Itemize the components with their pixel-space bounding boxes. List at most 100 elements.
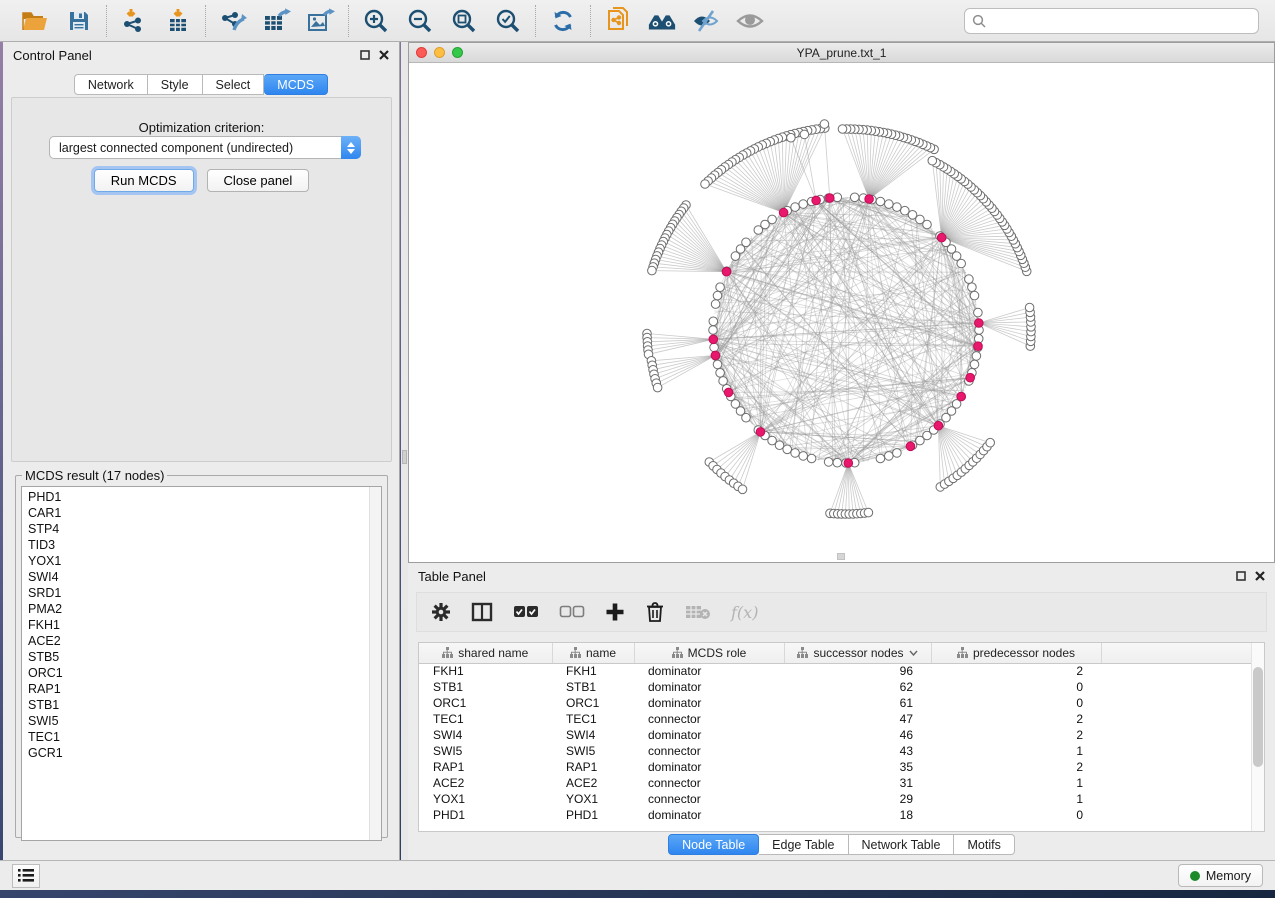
network-node[interactable] xyxy=(876,197,885,206)
mcds-result-item[interactable]: SWI5 xyxy=(28,713,369,729)
table-cell[interactable]: 35 xyxy=(784,759,931,775)
close-icon[interactable] xyxy=(1255,571,1265,581)
table-cell[interactable]: connector xyxy=(634,775,784,791)
network-edge[interactable] xyxy=(763,226,954,408)
network-edge[interactable] xyxy=(717,432,761,470)
network-node[interactable] xyxy=(972,352,981,361)
zoom-out-icon[interactable] xyxy=(405,6,435,36)
network-node[interactable] xyxy=(799,200,808,209)
network-leaf-node[interactable] xyxy=(838,125,847,134)
network-edge[interactable] xyxy=(938,426,976,459)
network-leaf-node[interactable] xyxy=(701,180,710,189)
network-node[interactable] xyxy=(711,300,720,309)
table-scrollbar[interactable] xyxy=(1251,643,1264,831)
network-leaf-node[interactable] xyxy=(820,120,829,129)
mcds-result-item[interactable]: ACE2 xyxy=(28,633,369,649)
table-cell[interactable]: FKH1 xyxy=(419,663,552,679)
mcds-result-item[interactable]: YOX1 xyxy=(28,553,369,569)
clone-network-icon[interactable] xyxy=(603,6,633,36)
network-node[interactable] xyxy=(968,283,977,292)
table-row[interactable]: SWI4SWI4dominator462 xyxy=(419,727,1265,743)
network-leaf-node[interactable] xyxy=(800,130,809,139)
table-row[interactable]: STB1STB1dominator620 xyxy=(419,679,1265,695)
network-node[interactable] xyxy=(713,360,722,369)
network-edge[interactable] xyxy=(729,432,760,480)
table-cell[interactable]: 43 xyxy=(784,743,931,759)
table-cell[interactable]: 46 xyxy=(784,727,931,743)
table-cell[interactable]: 31 xyxy=(784,775,931,791)
table-scrollbar-thumb[interactable] xyxy=(1253,667,1263,767)
table-cell[interactable]: STB1 xyxy=(552,679,634,695)
hide-selected-icon[interactable] xyxy=(691,6,721,36)
mcds-result-item[interactable]: STB5 xyxy=(28,649,369,665)
settings-gear-icon[interactable] xyxy=(431,602,451,622)
table-cell[interactable]: 0 xyxy=(931,695,1101,711)
network-leaf-node[interactable] xyxy=(738,485,747,494)
criterion-dropdown[interactable]: largest connected component (undirected) xyxy=(49,136,361,159)
network-node[interactable] xyxy=(807,454,816,463)
table-cell[interactable]: 47 xyxy=(784,711,931,727)
table-cell[interactable]: YOX1 xyxy=(552,791,634,807)
export-image-icon[interactable] xyxy=(306,6,336,36)
network-node[interactable] xyxy=(970,360,979,369)
network-canvas[interactable] xyxy=(409,63,1274,562)
network-leaf-node[interactable] xyxy=(986,438,995,447)
network-edge[interactable] xyxy=(855,129,869,199)
search-network-icon[interactable] xyxy=(647,6,677,36)
network-edge[interactable] xyxy=(725,432,760,477)
network-node[interactable] xyxy=(799,452,808,461)
network-mcds-node[interactable] xyxy=(722,267,731,276)
network-mcds-node[interactable] xyxy=(826,194,835,203)
table-row[interactable]: ACE2ACE2connector311 xyxy=(419,775,1265,791)
network-edge[interactable] xyxy=(782,238,942,447)
network-node[interactable] xyxy=(716,283,725,292)
network-edge[interactable] xyxy=(761,206,798,432)
network-node[interactable] xyxy=(893,203,902,212)
network-edge[interactable] xyxy=(677,218,727,272)
canvas-scroll-handle[interactable] xyxy=(837,553,845,560)
memory-button[interactable]: Memory xyxy=(1178,864,1263,887)
search-input[interactable] xyxy=(991,14,1251,28)
network-mcds-node[interactable] xyxy=(974,342,983,351)
import-network-icon[interactable] xyxy=(119,6,149,36)
add-column-icon[interactable] xyxy=(605,602,625,622)
table-row[interactable]: ORC1ORC1dominator610 xyxy=(419,695,1265,711)
network-node[interactable] xyxy=(709,326,718,335)
list-scrollbar[interactable] xyxy=(369,487,381,840)
table-cell[interactable]: 1 xyxy=(931,775,1101,791)
export-table-icon[interactable] xyxy=(262,6,292,36)
deselect-all-checks-icon[interactable] xyxy=(559,605,585,619)
network-edge[interactable] xyxy=(979,323,1031,341)
network-node[interactable] xyxy=(754,226,763,235)
tab-network-table[interactable]: Network Table xyxy=(849,834,955,855)
network-leaf-node[interactable] xyxy=(648,266,657,275)
zoom-in-icon[interactable] xyxy=(361,6,391,36)
mcds-result-item[interactable]: STB1 xyxy=(28,697,369,713)
save-icon[interactable] xyxy=(64,6,94,36)
table-row[interactable]: SWI5SWI5connector431 xyxy=(419,743,1265,759)
network-mcds-node[interactable] xyxy=(966,373,975,382)
network-leaf-node[interactable] xyxy=(864,508,873,517)
splitter-handle[interactable] xyxy=(402,450,407,464)
tab-motifs[interactable]: Motifs xyxy=(954,834,1014,855)
select-all-checks-icon[interactable] xyxy=(513,605,539,619)
zoom-fit-icon[interactable] xyxy=(449,6,479,36)
network-edge[interactable] xyxy=(842,463,849,514)
mcds-result-item[interactable]: GCR1 xyxy=(28,745,369,761)
mcds-result-item[interactable]: FKH1 xyxy=(28,617,369,633)
close-icon[interactable] xyxy=(379,50,389,60)
network-edge[interactable] xyxy=(869,149,934,199)
column-header[interactable]: predecessor nodes xyxy=(931,643,1101,663)
network-node[interactable] xyxy=(850,193,859,202)
tab-edge-table[interactable]: Edge Table xyxy=(759,834,848,855)
table-cell[interactable]: 1 xyxy=(931,743,1101,759)
search-field[interactable] xyxy=(964,8,1259,34)
table-cell[interactable]: SWI5 xyxy=(419,743,552,759)
table-cell[interactable]: 29 xyxy=(784,791,931,807)
network-node[interactable] xyxy=(970,291,979,300)
mcds-result-item[interactable]: RAP1 xyxy=(28,681,369,697)
refresh-layout-icon[interactable] xyxy=(548,6,578,36)
table-cell[interactable]: dominator xyxy=(634,759,784,775)
table-cell[interactable]: dominator xyxy=(634,727,784,743)
table-cell[interactable]: SWI5 xyxy=(552,743,634,759)
